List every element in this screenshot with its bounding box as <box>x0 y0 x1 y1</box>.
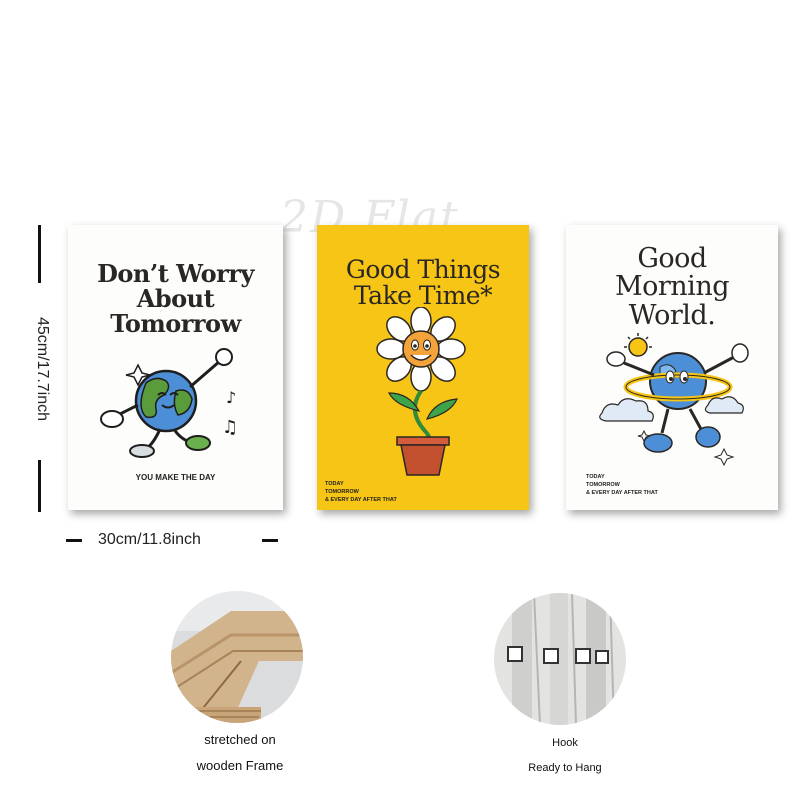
width-label: 30cm/11.8inch <box>98 531 201 548</box>
title-line: Tomorrow <box>110 309 241 339</box>
hook-icon <box>494 593 626 725</box>
hook-photo <box>494 593 626 725</box>
svg-text:♪: ♪ <box>226 388 236 407</box>
title-line: Good Things <box>345 255 501 284</box>
small-line: TODAY <box>586 474 605 480</box>
poster-good-things: Good Things Take Time* TODAY TOMORROW & … <box>317 225 529 510</box>
poster-good-morning: Good Morning World. TODAY TOMORROW & EVE… <box>566 225 778 510</box>
small-line: & EVERY DAY AFTER THAT <box>325 496 397 503</box>
wooden-frame-photo <box>171 591 303 723</box>
small-line: TOMORROW <box>325 488 359 495</box>
poster-title: Don’t Worry About Tomorrow <box>68 261 283 337</box>
feature-caption: Hook <box>552 737 578 749</box>
width-dimension-marker: 30cm/11.8inch <box>66 528 286 552</box>
title-line: World. <box>628 299 716 331</box>
poster-small-text: TODAY TOMORROW & EVERY DAY AFTER THAT <box>586 474 658 498</box>
poster-title: Good Morning World. <box>566 243 778 331</box>
poster-small-text: TODAY TOMORROW & EVERY DAY AFTER THAT <box>325 481 397 505</box>
height-dimension-marker: 45cm/17.7inch <box>30 225 51 515</box>
height-label: 45cm/17.7inch <box>34 316 51 422</box>
dimension-line <box>38 460 41 512</box>
title-line: Don’t Worry <box>97 259 254 288</box>
feature-caption: stretched on <box>204 732 276 747</box>
small-line: TOMORROW <box>586 481 620 488</box>
earth-character-illustration: ♪ ♫ <box>100 348 238 458</box>
planet-character-illustration <box>599 333 749 467</box>
title-line: Morning <box>614 271 730 303</box>
dimension-line <box>66 539 82 542</box>
title-line: Take Time* <box>353 281 493 311</box>
small-line: & EVERY DAY AFTER THAT <box>586 489 658 496</box>
small-line: TODAY <box>325 481 344 487</box>
title-line: About <box>136 284 215 314</box>
feature-caption: wooden Frame <box>196 758 284 773</box>
flower-pot-illustration <box>376 307 466 476</box>
wooden-frame-icon <box>171 591 303 723</box>
dimension-line <box>262 539 278 542</box>
dimension-line <box>38 225 41 283</box>
title-line: Good <box>637 243 707 274</box>
poster-title: Good Things Take Time* <box>317 255 529 311</box>
svg-text:♫: ♫ <box>222 417 238 438</box>
poster-dont-worry: Don’t Worry About Tomorrow ♪ ♫ YOU MAKE … <box>68 225 283 510</box>
feature-caption: Ready to Hang <box>528 762 602 774</box>
poster-tagline: YOU MAKE THE DAY <box>135 473 216 482</box>
